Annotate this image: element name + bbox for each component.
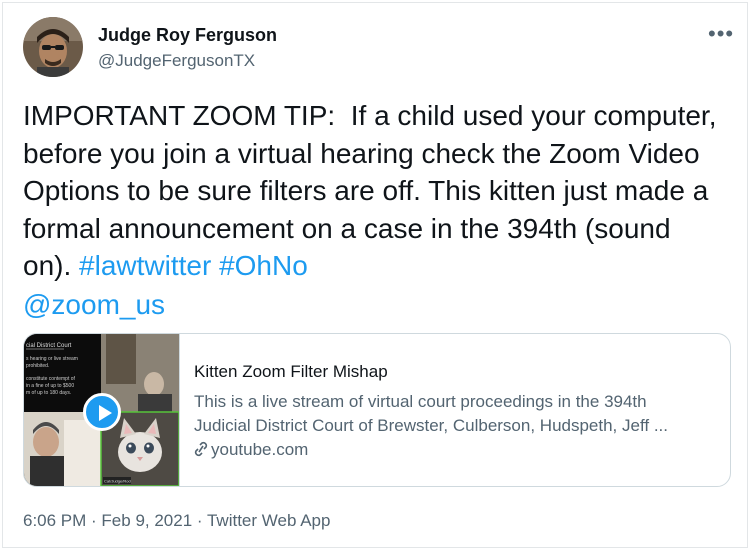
thumb-notice-text: in a fine of up to $500 (26, 383, 74, 389)
tweet-source[interactable]: Twitter Web App (207, 511, 330, 530)
tweet-line: formal announcement on a case in the 394… (23, 212, 671, 244)
hashtag-lawtwitter[interactable]: #lawtwitter (79, 250, 211, 281)
link-icon (194, 441, 208, 462)
tweet-line: on). (23, 250, 80, 281)
tweet-text: IMPORTANT ZOOM TIP: If a child used your… (23, 97, 735, 285)
tweet-metadata: 6:06 PM · Feb 9, 2021 · Twitter Web App (23, 511, 330, 531)
tweet-line: IMPORTANT ZOOM TIP: If a child used your… (23, 100, 717, 131)
preview-title: Kitten Zoom Filter Mishap (194, 362, 388, 381)
thumb-court-text: cial District Court (26, 343, 72, 349)
preview-domain-text: youtube.com (211, 440, 309, 459)
video-thumbnail[interactable]: cial District Court s hearing or live st… (24, 334, 180, 486)
more-options-icon[interactable]: ••• (708, 21, 734, 47)
author-handle[interactable]: @JudgeFergusonTX (98, 51, 255, 71)
avatar-image (23, 17, 83, 77)
preview-domain: youtube.com (194, 440, 308, 462)
preview-description-line: This is a live stream of virtual court p… (194, 392, 647, 411)
thumb-notice-text: m of up to 180 days. (26, 390, 71, 396)
thumb-tile-label: Cat/Judge/Rod (104, 479, 131, 484)
tweet-card: Judge Roy Ferguson @JudgeFergusonTX ••• … (2, 2, 748, 548)
tweet-line: before you join a virtual hearing check … (23, 137, 700, 169)
preview-description-line: Judicial District Court of Brewster, Cul… (194, 416, 668, 435)
separator: · (86, 511, 102, 530)
thumb-notice-text: prohibited. (26, 363, 49, 369)
link-preview-card[interactable]: cial District Court s hearing or live st… (23, 333, 731, 487)
avatar[interactable] (23, 17, 83, 77)
tweet-line: Options to be sure filters are off. This… (23, 175, 709, 206)
preview-description: This is a live stream of virtual court p… (194, 390, 714, 438)
separator: · (192, 511, 207, 530)
hashtag-ohno[interactable]: #OhNo (219, 250, 308, 281)
thumb-notice-text: s hearing or live stream (26, 356, 78, 362)
tweet-date[interactable]: Feb 9, 2021 (101, 511, 192, 530)
thumb-notice-text: constitute contempt of (26, 376, 76, 382)
tweet-time[interactable]: 6:06 PM (23, 511, 86, 530)
play-icon[interactable] (83, 393, 121, 431)
author-name[interactable]: Judge Roy Ferguson (98, 25, 277, 46)
mention-zoom[interactable]: @zoom_us (23, 289, 165, 320)
